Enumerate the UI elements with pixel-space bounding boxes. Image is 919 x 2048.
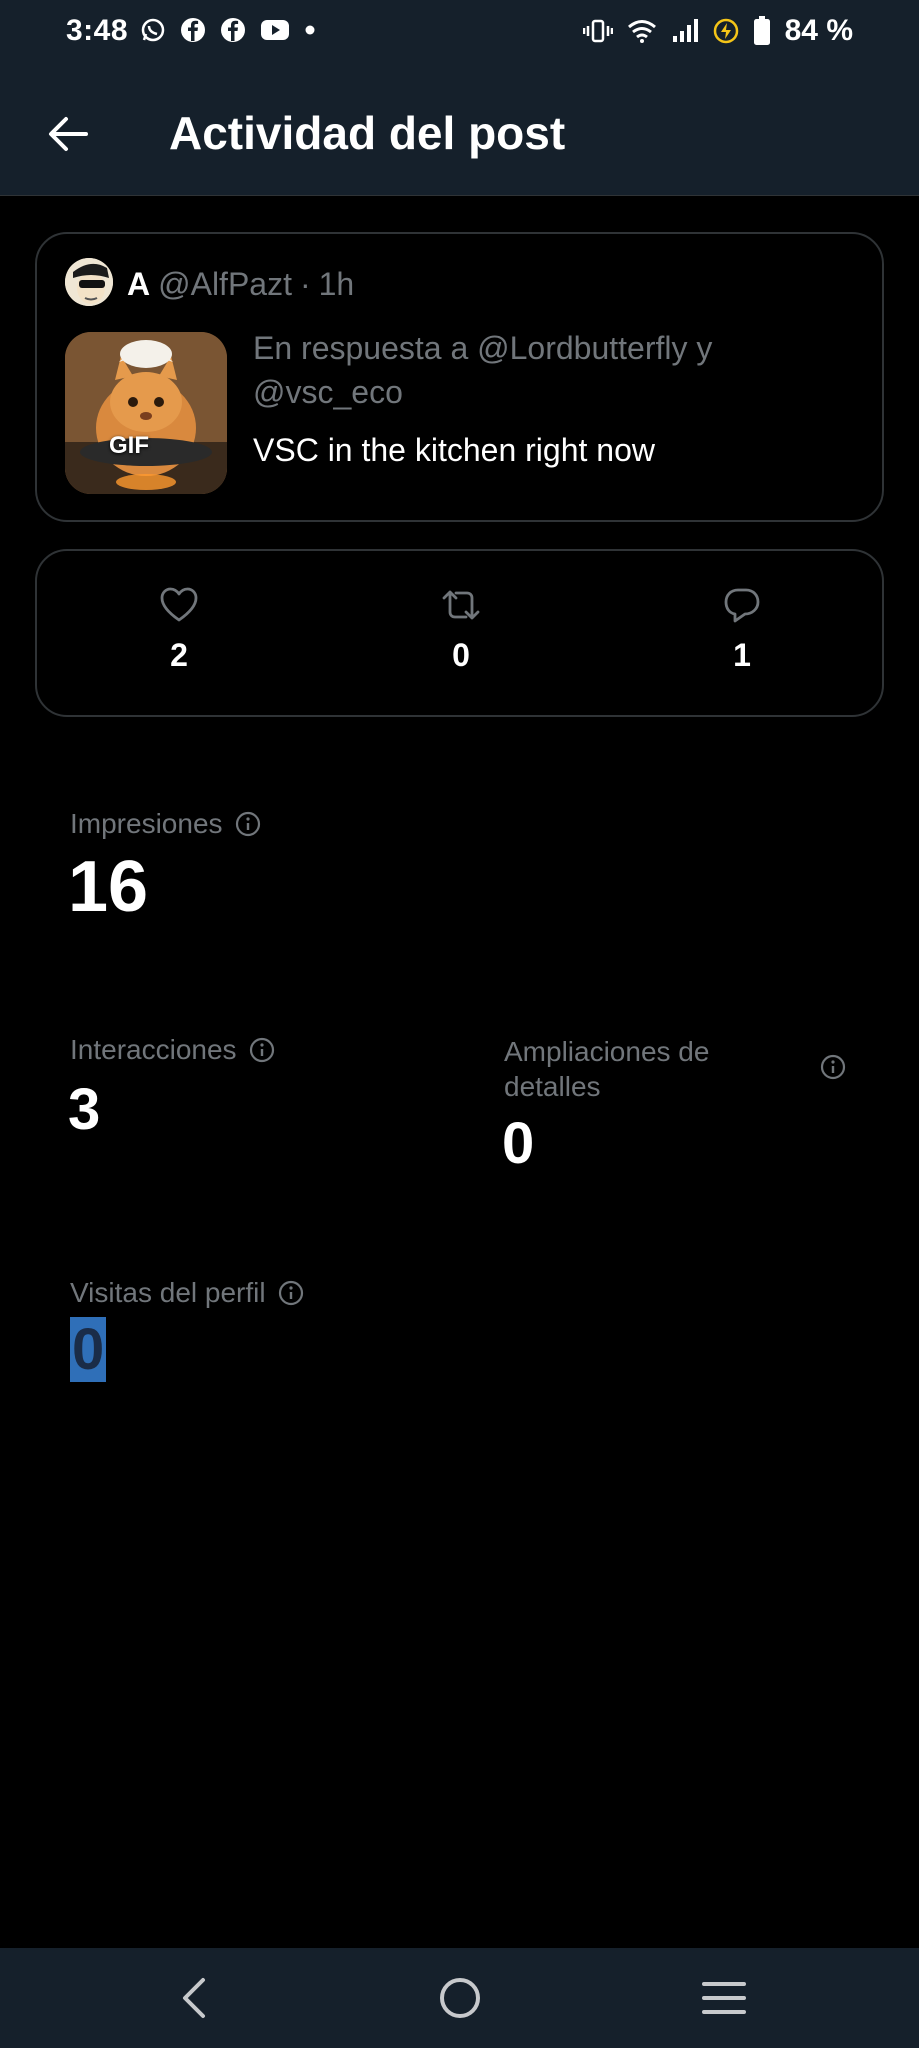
system-status: 84 % xyxy=(582,14,853,48)
interactions-label-row: Interacciones xyxy=(70,1034,275,1066)
info-icon[interactable] xyxy=(235,811,261,837)
author-name[interactable]: A xyxy=(127,266,150,303)
battery-icon xyxy=(753,16,771,46)
profile-visits-label: Visitas del perfil xyxy=(70,1277,266,1308)
signal-icon xyxy=(671,18,699,44)
nav-recents-button[interactable] xyxy=(694,1968,754,2028)
facebook-icon xyxy=(180,17,206,43)
youtube-icon xyxy=(260,18,290,42)
interactions-label: Interacciones xyxy=(70,1034,237,1065)
arrow-left-icon xyxy=(49,117,88,151)
post-separator: · xyxy=(299,266,311,302)
detail-expands-label: Ampliaciones de detalles xyxy=(504,1036,710,1102)
engagement-card: 2 0 1 xyxy=(35,549,884,717)
avatar[interactable] xyxy=(65,258,113,306)
whatsapp-icon xyxy=(140,17,166,43)
interactions-value: 3 xyxy=(68,1077,101,1142)
detail-expands-value: 0 xyxy=(502,1111,535,1176)
battery-percent: 84 % xyxy=(784,14,853,47)
menu-icon xyxy=(702,1982,746,2014)
detail-expands-label-row: Ampliaciones de detalles xyxy=(504,1034,764,1104)
profile-visits-label-row: Visitas del perfil xyxy=(70,1277,304,1309)
likes-stat[interactable]: 2 xyxy=(119,585,239,674)
nav-back-button[interactable] xyxy=(164,1968,224,2028)
wifi-icon xyxy=(627,18,657,44)
home-circle-icon xyxy=(440,1978,480,2018)
facebook-icon xyxy=(220,17,246,43)
page-title: Actividad del post xyxy=(169,107,566,159)
heart-icon xyxy=(119,585,239,625)
reposts-count: 0 xyxy=(452,637,470,673)
vibrate-icon xyxy=(582,18,613,44)
post-time: 1h xyxy=(318,266,355,302)
system-nav-bar xyxy=(0,1948,919,2048)
selected-text: 0 xyxy=(70,1317,107,1382)
post-header: A @AlfPazt · 1h xyxy=(127,266,354,303)
replies-stat[interactable]: 1 xyxy=(682,585,802,674)
app-bar: Actividad del post xyxy=(0,66,919,196)
reposts-stat[interactable]: 0 xyxy=(401,585,521,674)
back-button[interactable] xyxy=(40,106,96,162)
gif-badge: GIF xyxy=(109,432,149,459)
notification-icons xyxy=(140,17,316,43)
nav-home-button[interactable] xyxy=(430,1968,490,2028)
dot-icon xyxy=(304,24,316,36)
info-icon[interactable] xyxy=(820,1054,846,1080)
impressions-label: Impresiones xyxy=(70,808,223,839)
impressions-value: 16 xyxy=(68,847,149,927)
gif-thumbnail[interactable]: GIF xyxy=(65,332,227,494)
post-text: VSC in the kitchen right now xyxy=(253,432,655,468)
info-icon[interactable] xyxy=(278,1280,304,1306)
replies-count: 1 xyxy=(733,637,751,673)
profile-visits-value[interactable]: 0 xyxy=(70,1316,107,1383)
impressions-label-row: Impresiones xyxy=(70,808,261,840)
likes-count: 2 xyxy=(170,637,188,673)
status-bar: 3:48 84 % xyxy=(0,0,919,66)
chevron-left-icon xyxy=(183,1978,205,2018)
charging-icon xyxy=(713,18,739,44)
reply-icon xyxy=(682,585,802,625)
author-handle[interactable]: @AlfPazt xyxy=(158,266,292,303)
post-card[interactable]: A @AlfPazt · 1h GIF En respuesta a @Lord… xyxy=(35,232,884,522)
status-time: 3:48 xyxy=(66,14,129,47)
reply-to-text[interactable]: En respuesta a @Lordbutterfly y @vsc_eco xyxy=(253,326,813,414)
info-icon[interactable] xyxy=(249,1037,275,1063)
repost-icon xyxy=(401,585,521,625)
